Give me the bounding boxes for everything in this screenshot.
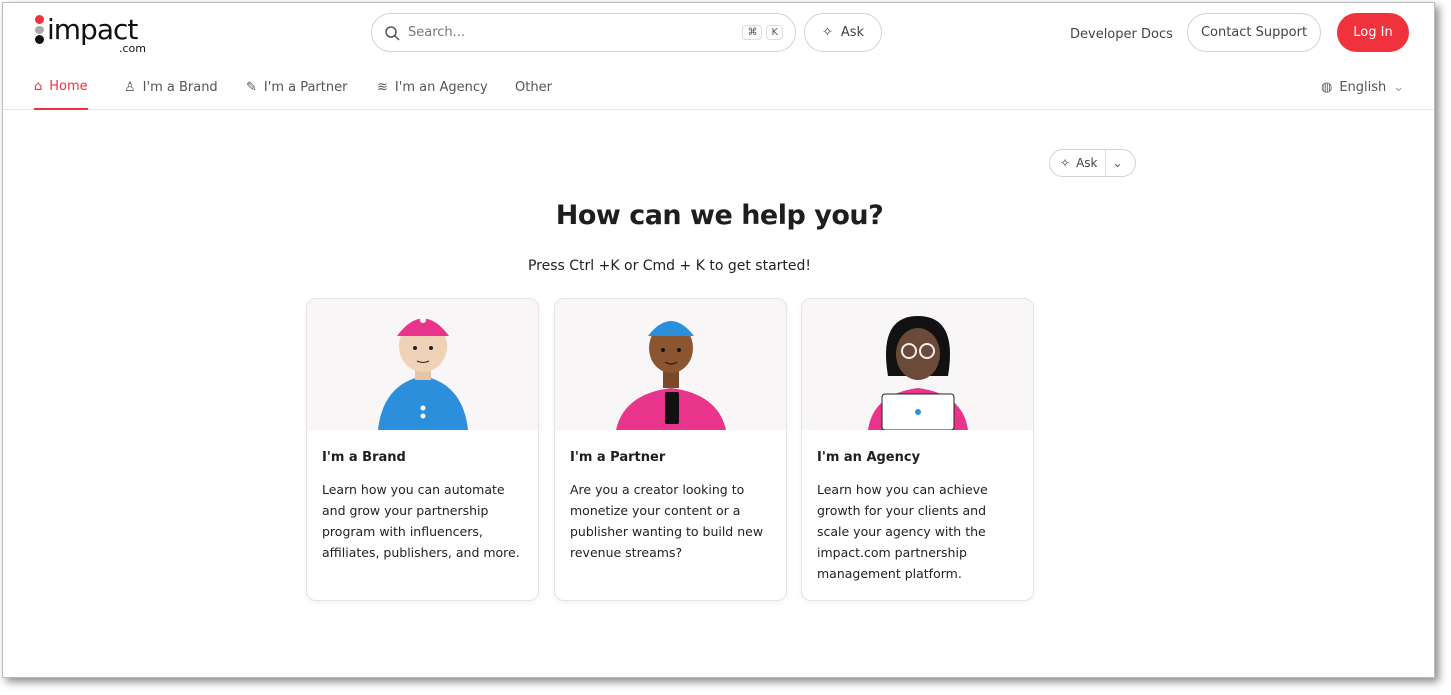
contact-support-button[interactable]: Contact Support	[1187, 13, 1321, 52]
tab-label: Other	[515, 80, 552, 95]
search-input[interactable]	[408, 25, 739, 40]
tab-label: I'm an Agency	[394, 80, 488, 95]
page-title: How can we help you?	[555, 200, 884, 231]
card-text: Learn how you can automate and grow your…	[322, 482, 520, 560]
handshake-icon: ≋	[377, 80, 388, 95]
browser-window: impact .com ⌘ K ✧ Ask Developer Docs Cont…	[2, 2, 1435, 678]
tab-brand[interactable]: ♙ I'm a Brand	[124, 65, 218, 110]
language-label: English	[1339, 80, 1387, 95]
card-text: Learn how you can achieve growth for you…	[817, 482, 988, 581]
user-icon: ♙	[124, 80, 136, 95]
partner-icon: ✎	[246, 80, 257, 95]
tab-other[interactable]: Other	[515, 65, 552, 110]
tab-label: I'm a Partner	[263, 80, 348, 95]
page-subtitle: Press Ctrl +K or Cmd + K to get started!	[527, 258, 811, 274]
card-partner[interactable]: I'm a Partner Are you a creator looking …	[554, 298, 787, 601]
partner-illustration	[555, 299, 786, 430]
ask-label[interactable]: Ask	[1076, 150, 1107, 176]
ask-ai-split-button[interactable]: ✧ Ask ⌄	[1049, 149, 1136, 177]
card-agency[interactable]: I'm an Agency Learn how you can achieve …	[801, 298, 1034, 601]
search-icon	[385, 25, 400, 41]
search-box[interactable]: ⌘ K	[371, 13, 796, 52]
impact-logo[interactable]: impact .com	[33, 13, 153, 55]
agency-illustration	[802, 299, 1033, 430]
sparkle-icon: ✧	[821, 25, 833, 40]
chevron-down-icon: ⌄	[1393, 80, 1405, 95]
logo-suffix: .com	[119, 42, 146, 55]
globe-icon: ◍	[1321, 80, 1333, 95]
card-text: Are you a creator looking to monetize yo…	[570, 482, 764, 560]
sparkle-icon: ✧	[1060, 156, 1071, 170]
tab-home[interactable]: ⌂ Home	[34, 65, 88, 110]
card-title: I'm a Brand	[322, 450, 406, 465]
card-title: I'm an Agency	[817, 450, 921, 465]
ask-button[interactable]: ✧ Ask	[804, 13, 882, 52]
kbd-cmd: ⌘	[742, 25, 763, 40]
kbd-k: K	[766, 25, 783, 40]
card-brand[interactable]: I'm a Brand Learn how you can automate a…	[306, 298, 539, 601]
nav-tabs: ⌂ Home ♙ I'm a Brand ✎ I'm a Partner ≋ I'm a…	[3, 65, 1434, 110]
home-icon: ⌂	[34, 79, 43, 94]
tab-label: Home	[49, 79, 88, 94]
brand-illustration	[307, 299, 538, 430]
language-select[interactable]: ◍ English ⌄	[1321, 65, 1404, 110]
tab-partner[interactable]: ✎ I'm a Partner	[246, 65, 347, 110]
tab-label: I'm a Brand	[142, 80, 218, 95]
login-button[interactable]: Log In	[1337, 13, 1409, 52]
contact-support-label: Contact Support	[1200, 25, 1308, 40]
developer-docs-link[interactable]: Developer Docs	[1070, 27, 1173, 42]
ask-label: Ask	[840, 25, 865, 40]
chevron-down-icon[interactable]: ⌄	[1106, 156, 1122, 170]
tab-agency[interactable]: ≋ I'm an Agency	[377, 65, 488, 110]
card-title: I'm a Partner	[570, 450, 666, 465]
